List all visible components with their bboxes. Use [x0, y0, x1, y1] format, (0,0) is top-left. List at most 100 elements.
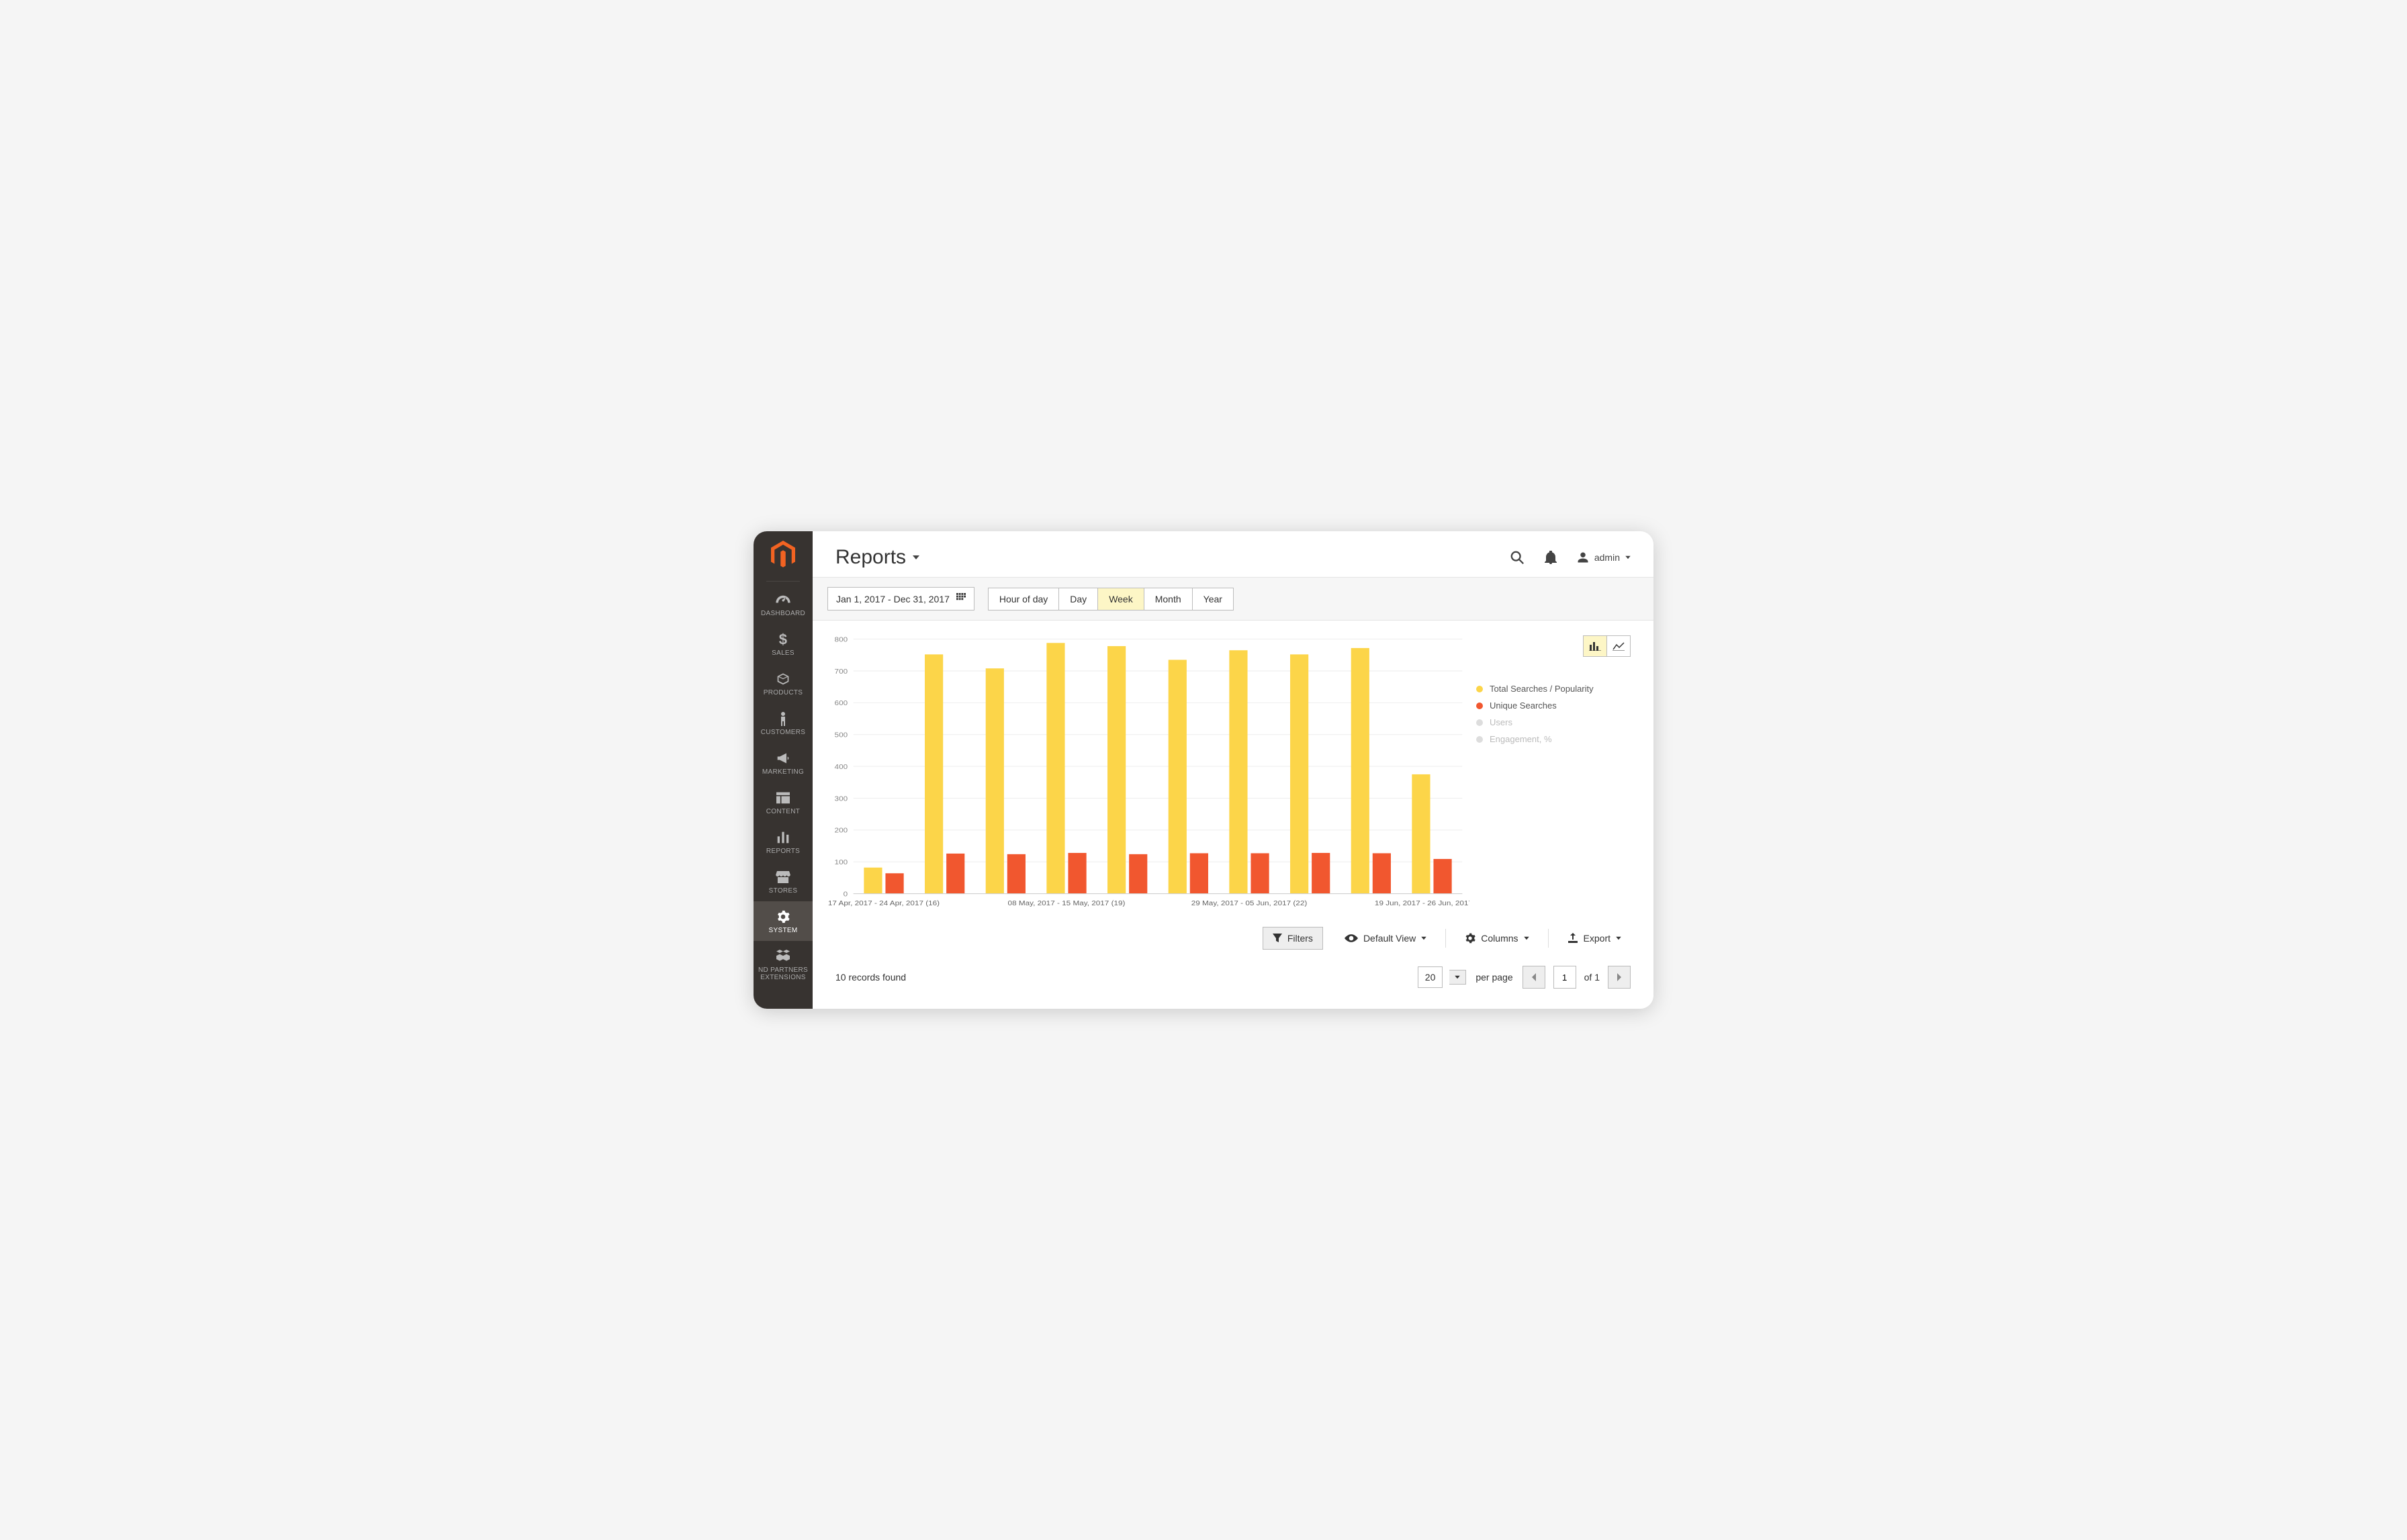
- per-page-label: per page: [1475, 972, 1512, 983]
- filters-label: Filters: [1287, 933, 1313, 944]
- bell-icon[interactable]: [1545, 551, 1557, 564]
- legend-item-1[interactable]: Unique Searches: [1476, 700, 1631, 711]
- app-frame: DASHBOARD $ SALES PRODUCTS CUSTOMERS MAR…: [754, 531, 1653, 1009]
- sidebar-item-customers[interactable]: CUSTOMERS: [754, 703, 813, 743]
- legend-label: Unique Searches: [1490, 700, 1557, 711]
- page-title: Reports: [835, 546, 906, 569]
- legend-label: Users: [1490, 717, 1512, 727]
- header: Reports admin: [813, 531, 1653, 577]
- svg-text:$: $: [779, 632, 788, 647]
- sidebar-item-system[interactable]: SYSTEM: [754, 901, 813, 941]
- caret-down-icon: [1449, 970, 1466, 985]
- sidebar-item-products[interactable]: PRODUCTS: [754, 664, 813, 703]
- granularity-day[interactable]: Day: [1058, 588, 1098, 610]
- sidebar-item-marketing[interactable]: MARKETING: [754, 743, 813, 782]
- sidebar-item-stores[interactable]: STORES: [754, 862, 813, 901]
- svg-text:300: 300: [835, 795, 848, 803]
- svg-text:08 May, 2017 - 15 May, 2017 (1: 08 May, 2017 - 15 May, 2017 (19): [1008, 899, 1126, 907]
- sidebar-item-dashboard[interactable]: DASHBOARD: [754, 584, 813, 624]
- line-chart-icon: [1613, 641, 1625, 651]
- bars-icon: [754, 829, 813, 846]
- page-number-input[interactable]: [1553, 966, 1576, 989]
- sidebar-item-label: DASHBOARD: [754, 610, 813, 617]
- next-page-button[interactable]: [1608, 966, 1631, 989]
- sidebar-item-content[interactable]: CONTENT: [754, 782, 813, 822]
- eye-icon: [1345, 934, 1358, 942]
- filter-toolbar: Jan 1, 2017 - Dec 31, 2017 Hour of dayDa…: [813, 577, 1653, 621]
- granularity-hour-of-day[interactable]: Hour of day: [988, 588, 1059, 610]
- prev-page-button[interactable]: [1523, 966, 1545, 989]
- bullhorn-icon: [754, 750, 813, 767]
- legend-swatch: [1476, 686, 1483, 692]
- legend-label: Total Searches / Popularity: [1490, 684, 1594, 694]
- sidebar-item-label: PRODUCTS: [754, 689, 813, 696]
- legend: Total Searches / Popularity Unique Search…: [1476, 684, 1631, 744]
- per-page-select[interactable]: 20: [1418, 966, 1467, 988]
- sidebar-item-reports[interactable]: REPORTS: [754, 822, 813, 862]
- export-button[interactable]: Export: [1558, 927, 1631, 949]
- per-page-value: 20: [1418, 966, 1443, 988]
- sidebar-item-extensions[interactable]: ND PARTNERS EXTENSIONS: [754, 941, 813, 988]
- svg-text:500: 500: [835, 731, 848, 739]
- sidebar-item-label: STORES: [754, 887, 813, 895]
- svg-text:700: 700: [835, 668, 848, 675]
- caret-down-icon: [913, 551, 919, 563]
- sidebar-item-sales[interactable]: $ SALES: [754, 624, 813, 664]
- svg-text:17 Apr, 2017 - 24 Apr, 2017 (1: 17 Apr, 2017 - 24 Apr, 2017 (16): [828, 899, 940, 907]
- page-controls: of 1: [1523, 966, 1631, 989]
- sidebar-item-label: SALES: [754, 649, 813, 657]
- bar-chart-icon: [1589, 641, 1601, 651]
- caret-down-icon: [1421, 936, 1426, 940]
- upload-icon: [1568, 933, 1578, 944]
- date-range-picker[interactable]: Jan 1, 2017 - Dec 31, 2017: [827, 587, 974, 610]
- columns-button[interactable]: Columns: [1455, 927, 1538, 949]
- divider: [1445, 929, 1446, 948]
- default-view-button[interactable]: Default View: [1335, 927, 1436, 949]
- legend-item-0[interactable]: Total Searches / Popularity: [1476, 684, 1631, 694]
- dollar-icon: $: [754, 631, 813, 648]
- search-icon[interactable]: [1510, 550, 1525, 565]
- granularity-month[interactable]: Month: [1144, 588, 1193, 610]
- pager-bar: 10 records found 20 per page of 1: [813, 954, 1653, 1009]
- line-chart-button[interactable]: [1606, 635, 1631, 657]
- granularity-week[interactable]: Week: [1097, 588, 1144, 610]
- page-title-dropdown[interactable]: Reports: [835, 546, 919, 569]
- svg-text:200: 200: [835, 827, 848, 834]
- gear-icon: [1465, 933, 1475, 944]
- sidebar: DASHBOARD $ SALES PRODUCTS CUSTOMERS MAR…: [754, 531, 813, 1009]
- blocks-icon: [754, 948, 813, 965]
- person-icon: [754, 710, 813, 727]
- svg-text:800: 800: [835, 636, 848, 643]
- legend-swatch: [1476, 703, 1483, 709]
- svg-text:400: 400: [835, 763, 848, 770]
- user-name: admin: [1594, 552, 1620, 563]
- gauge-icon: [754, 591, 813, 608]
- columns-label: Columns: [1481, 933, 1518, 944]
- grid-actions-bar: Filters Default View Columns Export: [813, 919, 1653, 954]
- chart-type-switch: [1476, 635, 1631, 657]
- legend-swatch: [1476, 736, 1483, 743]
- user-icon: [1577, 551, 1589, 563]
- calendar-grid-icon: [956, 593, 966, 604]
- svg-text:100: 100: [835, 859, 848, 866]
- divider: [1548, 929, 1549, 948]
- page-of-label: of 1: [1584, 972, 1600, 983]
- svg-text:600: 600: [835, 700, 848, 707]
- granularity-year[interactable]: Year: [1192, 588, 1234, 610]
- sidebar-item-label: ND PARTNERS EXTENSIONS: [754, 966, 813, 981]
- svg-text:19 Jun, 2017 - 26 Jun, 2017 (2: 19 Jun, 2017 - 26 Jun, 2017 (25): [1375, 899, 1469, 907]
- legend-item-2[interactable]: Users: [1476, 717, 1631, 727]
- date-range-value: Jan 1, 2017 - Dec 31, 2017: [836, 594, 950, 604]
- header-actions: admin: [1510, 550, 1631, 565]
- chart-area: 010020030040050060070080017 Apr, 2017 - …: [813, 629, 1653, 919]
- gear-icon: [754, 908, 813, 925]
- filters-button[interactable]: Filters: [1263, 927, 1323, 950]
- caret-down-icon: [1524, 936, 1529, 940]
- bar-chart-button[interactable]: [1583, 635, 1607, 657]
- funnel-icon: [1273, 934, 1282, 943]
- legend-item-3[interactable]: Engagement, %: [1476, 734, 1631, 744]
- user-menu[interactable]: admin: [1577, 551, 1631, 563]
- chevron-right-icon: [1616, 973, 1623, 981]
- svg-text:29 May, 2017 - 05 Jun, 2017 (2: 29 May, 2017 - 05 Jun, 2017 (22): [1191, 899, 1308, 907]
- chevron-left-icon: [1531, 973, 1537, 981]
